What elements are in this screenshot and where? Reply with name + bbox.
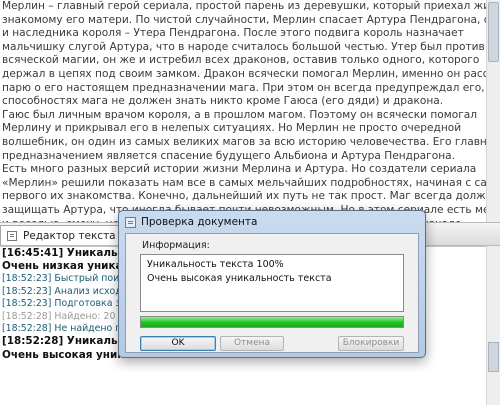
editor-line: первого их знакомства. Конечно, дальнейш… — [2, 190, 486, 203]
editor-line: Мерлину и прикрывал его в нелепых ситуац… — [2, 122, 462, 135]
cancel-button[interactable]: Отмена — [220, 336, 284, 351]
app-window: Мерлин – главный герой сериала, простой … — [0, 0, 500, 405]
editor-line: Есть много разных версий истории жизни М… — [2, 163, 477, 176]
progress-fill — [141, 317, 403, 327]
editor-line: всяческой магии, он же и истребил всех д… — [2, 54, 480, 67]
log-scrollbar[interactable] — [486, 246, 500, 405]
editor-line: предназначением является спасение будуще… — [2, 149, 456, 162]
editor-line: знакомому его матери. По чистой случайно… — [2, 13, 486, 26]
editor-line: мальчишку слугой Артура, что в народе сч… — [2, 40, 485, 53]
tab-text-editor[interactable]: Редактор текста — [0, 225, 127, 245]
check-document-dialog: Проверка документа Информация: Уникально… — [118, 210, 426, 358]
document-icon — [7, 230, 17, 241]
info-line-verdict: Очень высокая уникальность текста — [147, 273, 332, 284]
info-box: Уникальность текста 100% Очень высокая у… — [140, 254, 404, 312]
log-scroll-thumb[interactable] — [488, 342, 499, 372]
editor-line: и наследника короля – Утера Пендрагона. … — [2, 27, 464, 40]
text-editor[interactable]: Мерлин – главный герой сериала, простой … — [0, 0, 486, 222]
editor-line: Мерлин – главный герой сериала, простой … — [2, 0, 486, 12]
app-icon — [125, 216, 136, 228]
editor-line: волшебник, он один из самых великих маго… — [2, 135, 486, 148]
editor-text-content[interactable]: Мерлин – главный герой сериала, простой … — [0, 0, 486, 222]
ok-button[interactable]: OK — [140, 336, 216, 351]
editor-line: «Мерлин» решили показать нам все в самых… — [2, 176, 486, 189]
editor-line: способностях мага не должен знать никто … — [2, 95, 444, 108]
editor-line: Гаюс был личным врачом короля, а в прошл… — [2, 108, 478, 121]
info-label: Информация: — [142, 240, 210, 251]
editor-line: парю о его настоящем предназначении мага… — [2, 81, 486, 94]
info-line-uniqueness: Уникальность текста 100% — [147, 259, 284, 270]
dialog-body: Информация: Уникальность текста 100% Оче… — [125, 233, 419, 353]
tab-text-editor-label: Редактор текста — [23, 229, 116, 242]
progress-bar — [140, 316, 404, 328]
dialog-title: Проверка документа — [141, 216, 258, 228]
editor-scrollbar[interactable] — [486, 0, 500, 222]
editor-scroll-thumb[interactable] — [488, 2, 499, 62]
blocks-button[interactable]: Блокировки — [338, 336, 404, 351]
dialog-titlebar[interactable]: Проверка документа — [125, 213, 257, 231]
editor-line: держал в цепях под своим замком. Дракон … — [2, 67, 486, 80]
